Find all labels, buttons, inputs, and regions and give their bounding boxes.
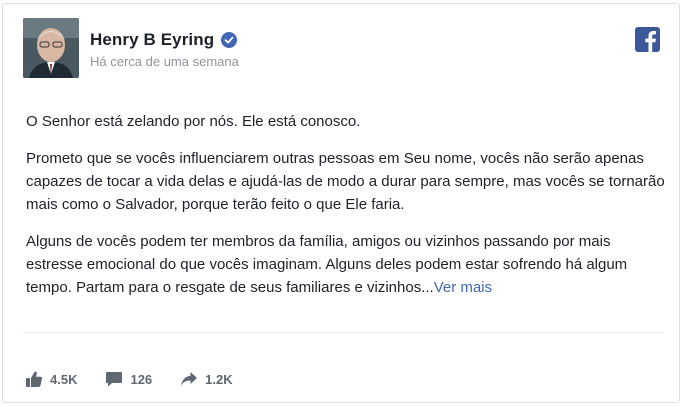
like-button[interactable]: 4.5K bbox=[25, 370, 77, 388]
facebook-icon[interactable] bbox=[635, 27, 660, 52]
share-arrow-icon bbox=[181, 372, 198, 386]
share-count: 1.2K bbox=[205, 371, 233, 387]
post-card: Henry B Eyring Há cerca de uma semana O … bbox=[2, 3, 680, 403]
see-more-link[interactable]: Ver mais bbox=[434, 279, 492, 296]
post-timestamp[interactable]: Há cerca de uma semana bbox=[90, 54, 239, 69]
comment-icon bbox=[106, 372, 123, 387]
share-button[interactable]: 1.2K bbox=[180, 370, 233, 388]
avatar[interactable] bbox=[23, 18, 79, 78]
comment-button[interactable]: 126 bbox=[105, 370, 152, 388]
post-paragraph: O Senhor está zelando por nós. Ele está … bbox=[26, 113, 361, 130]
engagement-bar: 4.5K 126 1.2K bbox=[25, 370, 261, 388]
verified-badge-icon bbox=[221, 32, 238, 48]
comment-count: 126 bbox=[130, 371, 153, 387]
like-count: 4.5K bbox=[50, 371, 78, 387]
post-body: O Senhor está zelando por nós. Ele está … bbox=[26, 110, 666, 313]
post-paragraph-text: Alguns de vocês podem ter membros da fam… bbox=[26, 233, 628, 296]
divider bbox=[23, 332, 663, 333]
thumbs-up-icon bbox=[26, 371, 43, 387]
author-name[interactable]: Henry B Eyring bbox=[90, 30, 214, 50]
post-paragraph-last: Alguns de vocês podem ter membros da fam… bbox=[26, 230, 666, 299]
post-paragraph: Prometo que se vocês influenciarem outra… bbox=[26, 150, 665, 213]
author-row: Henry B Eyring bbox=[90, 30, 238, 50]
